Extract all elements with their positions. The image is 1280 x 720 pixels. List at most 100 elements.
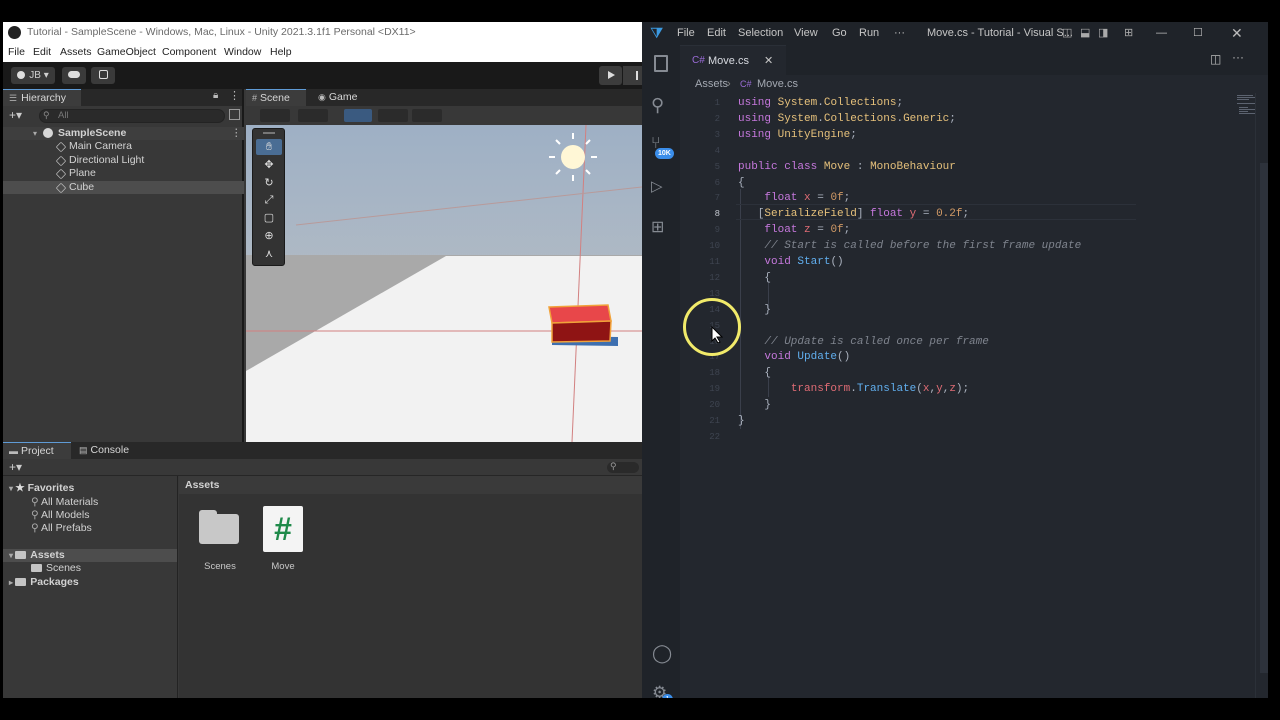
scene-viewport[interactable]: ✋︎ ✥ ↻ ⤢ ▢ ⊕ ⋏ xyxy=(246,125,642,442)
menu-edit[interactable]: Edit xyxy=(33,43,51,62)
pause-button[interactable] xyxy=(623,66,642,85)
hierarchy-search-input[interactable]: All xyxy=(39,109,225,123)
code-line[interactable]: using System.Collections; xyxy=(738,95,903,111)
grid-icon: # xyxy=(252,93,258,103)
layout-secondary-icon[interactable]: ◨ xyxy=(1098,22,1108,45)
code-line[interactable]: public class Move : MonoBehaviour xyxy=(738,159,956,175)
menu-selection[interactable]: Selection xyxy=(738,22,783,45)
menu-run[interactable]: Run xyxy=(859,22,879,45)
tab-project[interactable]: ▬ Project xyxy=(3,442,71,459)
hierarchy-item[interactable]: Main Camera xyxy=(3,140,244,153)
menu-window[interactable]: Window xyxy=(224,43,261,62)
favorites-node[interactable]: ▾ ★ Favorites xyxy=(9,482,74,495)
minimize-icon[interactable]: — xyxy=(1156,22,1167,45)
explorer-icon[interactable] xyxy=(654,55,668,72)
account-button[interactable]: JB ▾ xyxy=(11,67,55,84)
code-line[interactable]: using UnityEngine; xyxy=(738,127,857,143)
snap-dropdown[interactable] xyxy=(378,109,408,122)
menu-gameobject[interactable]: GameObject xyxy=(97,43,156,62)
favorites-item[interactable]: ⚲ All Prefabs xyxy=(31,522,92,535)
code-line[interactable]: } xyxy=(738,413,745,429)
hierarchy-item-selected[interactable]: Cube xyxy=(3,181,244,194)
assets-subfolder[interactable]: Scenes xyxy=(31,562,81,575)
code-line[interactable]: float z = 0f; xyxy=(738,222,850,238)
shading-dropdown[interactable] xyxy=(298,109,328,122)
menu-file[interactable]: File xyxy=(677,22,695,45)
cloud-button[interactable] xyxy=(62,67,86,84)
hierarchy-item[interactable]: Directional Light xyxy=(3,154,244,167)
favorites-item[interactable]: ⚲ All Models xyxy=(31,509,89,522)
code-line[interactable]: { xyxy=(738,270,771,286)
maximize-icon[interactable]: ☐ xyxy=(1193,22,1203,45)
close-window-icon[interactable]: ✕ xyxy=(1231,22,1243,45)
collab-button[interactable] xyxy=(91,67,115,84)
menu-assets[interactable]: Assets xyxy=(60,43,92,62)
hierarchy-item[interactable]: Plane xyxy=(3,167,244,180)
menu-view[interactable]: View xyxy=(794,22,818,45)
split-editor-icon[interactable]: ◫ xyxy=(1210,52,1221,66)
scale-tool-icon[interactable]: ⤢ xyxy=(256,192,282,208)
code-line[interactable]: void Update() xyxy=(738,349,850,365)
breadcrumb-file[interactable]: Move.cs xyxy=(757,75,798,93)
code-line[interactable]: { xyxy=(738,175,745,191)
transform-tool-icon[interactable]: ⊕ xyxy=(256,228,282,244)
assets-node[interactable]: ▾ Assets xyxy=(3,549,177,562)
add-object-button[interactable]: +▾ xyxy=(9,108,22,122)
code-line[interactable]: // Update is called once per frame xyxy=(738,334,988,350)
asset-item-scenes[interactable] xyxy=(199,510,241,546)
packages-node[interactable]: ▸ Packages xyxy=(9,576,79,589)
move-tool-icon[interactable]: ✥ xyxy=(256,157,282,173)
create-asset-button[interactable]: +▾ xyxy=(9,460,22,474)
code-line[interactable]: [SerializeField] float y = 0.2f; xyxy=(738,206,969,222)
tab-scene[interactable]: # Scene xyxy=(246,89,306,106)
lock-icon[interactable]: 🔒︎ xyxy=(213,90,218,101)
custom-tool-icon[interactable]: ⋏ xyxy=(256,246,282,262)
tab-hierarchy[interactable]: ☰ Hierarchy xyxy=(3,89,81,106)
more-options-icon[interactable]: ⋮ xyxy=(229,89,240,102)
menu-more[interactable]: ··· xyxy=(894,22,905,45)
rotate-tool-icon[interactable]: ↻ xyxy=(256,175,282,191)
close-tab-icon[interactable]: ✕ xyxy=(764,46,773,76)
layout-sidebar-icon[interactable]: ◫ xyxy=(1062,22,1072,45)
extensions-icon[interactable]: ⊞ xyxy=(651,217,671,237)
gizmo-toggle[interactable] xyxy=(344,109,372,122)
code-line[interactable]: void Start() xyxy=(738,254,843,270)
search-icon[interactable]: ⚲ xyxy=(651,95,671,115)
hand-tool-icon[interactable]: ✋︎ xyxy=(256,139,282,155)
code-line[interactable]: } xyxy=(738,397,771,413)
rect-tool-icon[interactable]: ▢ xyxy=(256,210,282,226)
code-line[interactable]: float x = 0f; xyxy=(738,190,850,206)
layout-panel-icon[interactable]: ⬓ xyxy=(1080,22,1090,45)
play-button[interactable] xyxy=(599,66,622,85)
account-icon[interactable]: ◯ xyxy=(652,643,672,663)
csharp-script-icon[interactable]: # xyxy=(263,506,303,552)
code-line[interactable]: } xyxy=(738,302,771,318)
favorites-item[interactable]: ⚲ All Materials xyxy=(31,496,98,509)
draw-mode-dropdown[interactable] xyxy=(260,109,290,122)
customize-layout-icon[interactable]: ⊞ xyxy=(1124,22,1133,45)
mouse-pointer-icon xyxy=(711,326,723,344)
menu-go[interactable]: Go xyxy=(832,22,847,45)
code-editor[interactable]: 1 using System.Collections; 2 using System.… xyxy=(680,93,1263,698)
tab-game[interactable]: ◉ Game xyxy=(308,89,368,106)
editor-scrollbar[interactable] xyxy=(1255,93,1268,698)
menu-edit[interactable]: Edit xyxy=(707,22,726,45)
breadcrumb-folder[interactable]: Assets xyxy=(695,75,728,93)
tab-move-cs[interactable]: C# Move.cs ✕ xyxy=(680,45,786,75)
tab-console[interactable]: ▤ Console xyxy=(73,442,143,459)
run-debug-icon[interactable]: ▷ xyxy=(651,177,671,197)
code-line[interactable]: // Start is called before the first fram… xyxy=(738,238,1081,254)
menu-component[interactable]: Component xyxy=(162,43,216,62)
filter-icon[interactable] xyxy=(229,109,240,120)
expand-arrow-icon[interactable]: ▾ xyxy=(33,127,37,140)
code-line[interactable]: transform.Translate(x,y,z); xyxy=(738,381,969,397)
hierarchy-scene-row[interactable]: ▾ SampleScene ⋮ xyxy=(3,127,244,140)
code-line[interactable]: { xyxy=(738,365,771,381)
scene-menu-icon[interactable]: ⋮ xyxy=(231,127,242,140)
line-number: 22 xyxy=(709,431,720,442)
menu-help[interactable]: Help xyxy=(270,43,292,62)
code-line[interactable]: using System.Collections.Generic; xyxy=(738,111,956,127)
more-actions-icon[interactable]: ··· xyxy=(1232,50,1244,64)
menu-file[interactable]: File xyxy=(8,43,25,62)
grid-dropdown[interactable] xyxy=(412,109,442,122)
